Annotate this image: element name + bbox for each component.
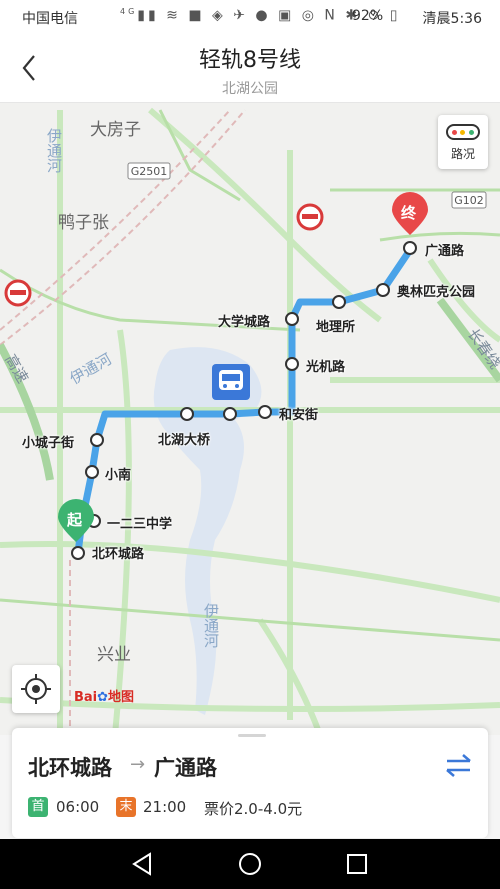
station-dot[interactable] (376, 283, 390, 297)
drag-handle[interactable] (238, 734, 266, 737)
station-label[interactable]: 一二三中学 (107, 513, 172, 532)
swap-icon (446, 754, 471, 777)
station-label[interactable]: 大学城路 (218, 311, 270, 330)
map-canvas: G2501 G102 (0, 107, 500, 735)
route-to: 广通路 (154, 756, 217, 780)
circle-home-icon (239, 853, 261, 875)
triangle-back-icon (132, 852, 151, 876)
station-label[interactable]: 小南 (105, 464, 131, 483)
network-label: 4G (120, 7, 138, 16)
clock: 清晨5:36 (423, 8, 482, 28)
nav-recents-button[interactable] (342, 849, 372, 879)
station-label[interactable]: 奥林匹克公园 (397, 281, 475, 300)
station-dot[interactable] (85, 465, 99, 479)
end-marker-label: 终 (401, 204, 417, 222)
locate-button[interactable] (12, 665, 60, 713)
page-title: 轻轨8号线 (199, 48, 301, 73)
road-shield: G102 (451, 191, 487, 209)
page-subtitle: 北湖公园 (222, 81, 278, 97)
road-shield-label: G102 (454, 194, 484, 207)
fare-label: 票价2.0-4.0元 (204, 800, 303, 818)
carrier-label: 中国电信 (22, 11, 78, 27)
battery-percent: 92% (352, 8, 384, 24)
road-shield: G2501 (127, 162, 171, 180)
station-dot[interactable] (285, 357, 299, 371)
last-train-time: 21:00 (143, 798, 187, 816)
last-train-badge: 末 (116, 797, 136, 817)
status-text: 清晨 (422, 11, 451, 27)
station-label[interactable]: 北湖大桥 (158, 429, 210, 448)
arrow-right-icon: → (130, 754, 146, 775)
traffic-label: 路况 (450, 147, 475, 161)
crosshair-icon (21, 674, 51, 704)
system-nav-bar (0, 839, 500, 889)
road-shield-label: G2501 (131, 165, 168, 178)
station-dot[interactable] (180, 407, 194, 421)
nav-home-button[interactable] (235, 849, 265, 879)
logo-text: Bai (74, 690, 98, 705)
start-marker-label: 起 (67, 511, 83, 529)
place-label: 兴业 (97, 645, 131, 665)
traffic-light-icon (446, 124, 480, 140)
station-label[interactable]: 光机路 (306, 356, 345, 375)
logo-suffix: 地图 (108, 690, 135, 705)
map-view[interactable]: G2501 G102 终 起 大房子 鸭子张 兴业 伊通河 伊通河 伊通河 长春… (0, 103, 500, 735)
station-dot[interactable] (71, 546, 85, 560)
swap-direction-button[interactable] (444, 752, 474, 778)
station-dot[interactable] (285, 312, 299, 326)
route-from: 北环城路 (28, 756, 112, 780)
nav-back-button[interactable] (128, 849, 158, 879)
first-train-time: 06:00 (56, 798, 100, 816)
place-label: 鸭子张 (58, 213, 109, 233)
station-dot[interactable] (332, 295, 346, 309)
square-recents-icon (347, 854, 367, 874)
river-label: 伊通河 (45, 128, 63, 173)
header: 轻轨8号线 北湖公园 (0, 34, 500, 103)
station-dot[interactable] (90, 433, 104, 447)
status-bar: 中国电信 4G▮▮ ≋ ■ ◈ ✈ ● ▣ ◎ N ✱ ⊙ ▯ 92% 清晨5:… (0, 0, 500, 34)
station-dot[interactable] (258, 405, 272, 419)
baidu-logo: Bai✿地图 (74, 686, 134, 705)
clock-time: 5:36 (450, 11, 482, 27)
station-dot[interactable] (223, 407, 237, 421)
no-entry-icon (296, 203, 324, 231)
river-label: 伊通河 (202, 603, 220, 648)
traffic-toggle-button[interactable]: 路况 (438, 115, 488, 169)
station-label[interactable]: 广通路 (425, 240, 464, 259)
route-info-card[interactable]: 北环城路 → 广通路 首 06:00 末 21:00 票价2.0-4.0元 (12, 728, 488, 838)
place-label: 大房子 (90, 120, 141, 140)
station-label[interactable]: 北环城路 (92, 543, 144, 562)
paw-icon: ✿ (97, 690, 109, 705)
first-train-badge: 首 (28, 797, 48, 817)
station-label[interactable]: 地理所 (316, 316, 355, 335)
no-entry-icon (4, 279, 32, 307)
station-dot[interactable] (403, 241, 417, 255)
station-label[interactable]: 小城子街 (22, 432, 74, 451)
train-icon (212, 364, 250, 400)
station-label[interactable]: 和安街 (279, 404, 318, 423)
